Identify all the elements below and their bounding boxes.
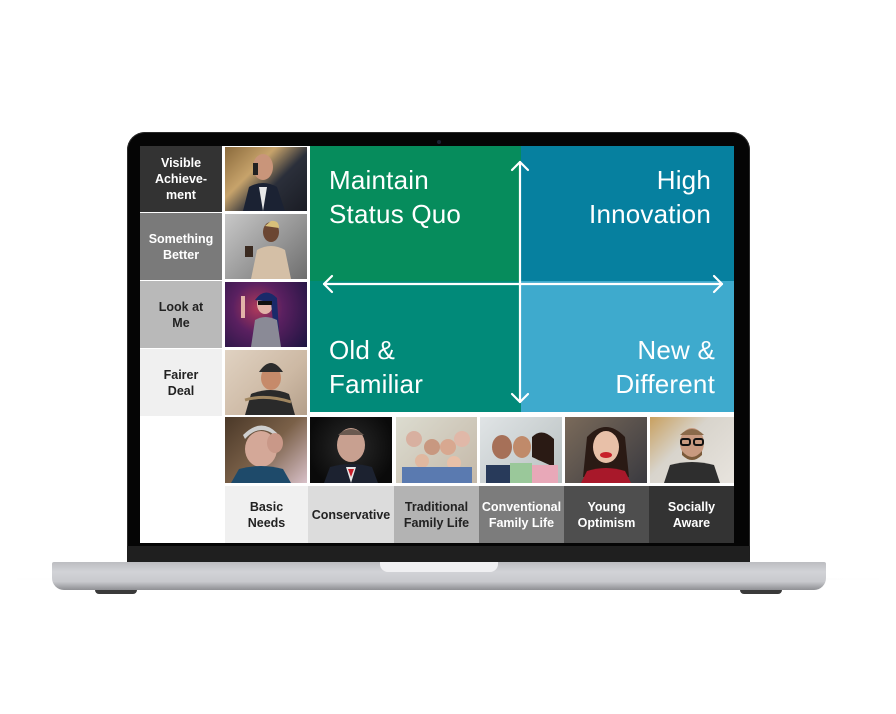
photo-man-in-beanie (225, 350, 307, 415)
label-line: Young (587, 499, 626, 514)
person-silhouette-icon (245, 220, 291, 279)
photo-woman-with-coffee (225, 214, 307, 279)
label-line: Optimism (577, 515, 636, 530)
camera-dot (437, 140, 441, 144)
segment-label-traditional-family-life: Traditional Family Life (394, 486, 479, 543)
person-silhouette-icon (231, 425, 291, 483)
laptop-foot-left (95, 590, 137, 594)
segment-label-look-at-me: Look at Me (140, 281, 222, 348)
photo-elderly-woman-distressed (225, 417, 307, 483)
label-line: ment (166, 188, 196, 202)
label-line: Conventional (481, 499, 562, 514)
person-silhouette-icon (244, 363, 295, 415)
label-line: Needs (247, 515, 286, 530)
label-line: Family Life (488, 515, 555, 530)
photo-woman-with-sunglasses-at-concert (225, 282, 307, 347)
label-line: Fairer (163, 367, 199, 382)
segment-label-basic-needs: Basic Needs (225, 486, 308, 543)
label-line: Visible (160, 156, 202, 170)
quadrant-axes (322, 160, 724, 404)
photo-laughing-young-woman (565, 417, 647, 483)
label-line: Achieve- (154, 172, 208, 186)
photo-young-family-smiling (480, 417, 562, 483)
label-line: Better (162, 247, 200, 262)
laptop-foot-right (740, 590, 782, 594)
people-group-icon (402, 431, 472, 483)
photo-multigenerational-family (396, 417, 477, 483)
label-line: Conservative (311, 507, 391, 522)
photo-serious-man-in-suit (310, 417, 392, 483)
segment-label-conservative: Conservative (308, 486, 394, 543)
screen: Visible Achieve-ment Something Better Look… (140, 146, 734, 543)
photo-man-with-glasses (650, 417, 734, 483)
segment-label-young-optimism: Young Optimism (564, 486, 649, 543)
label-line: Aware (672, 515, 711, 530)
person-silhouette-icon (664, 428, 720, 483)
segment-label-socially-aware: Socially Aware (649, 486, 734, 543)
person-silhouette-icon (243, 154, 285, 211)
label-line: Family Life (403, 515, 470, 530)
label-line: Me (172, 315, 190, 330)
photo-man-in-suit-on-phone (225, 147, 307, 211)
label-line: Look at (158, 299, 204, 314)
label-line: Something (148, 231, 214, 246)
person-silhouette-icon (581, 427, 631, 483)
segment-label-visible-achievement: Visible Achieve-ment (140, 146, 222, 212)
label-line: Socially (667, 499, 716, 514)
segment-label-fairer-deal: Fairer Deal (140, 349, 222, 416)
label-line: Traditional (404, 499, 469, 514)
laptop-opening-notch (380, 562, 498, 572)
label-line: Basic (249, 499, 284, 514)
segment-label-something-better: Something Better (140, 213, 222, 280)
people-group-icon (486, 432, 558, 483)
segment-label-conventional-family-life: Conventional Family Life (479, 486, 564, 543)
person-silhouette-icon (324, 428, 378, 483)
person-silhouette-icon (241, 292, 281, 347)
label-line: Deal (167, 383, 195, 398)
